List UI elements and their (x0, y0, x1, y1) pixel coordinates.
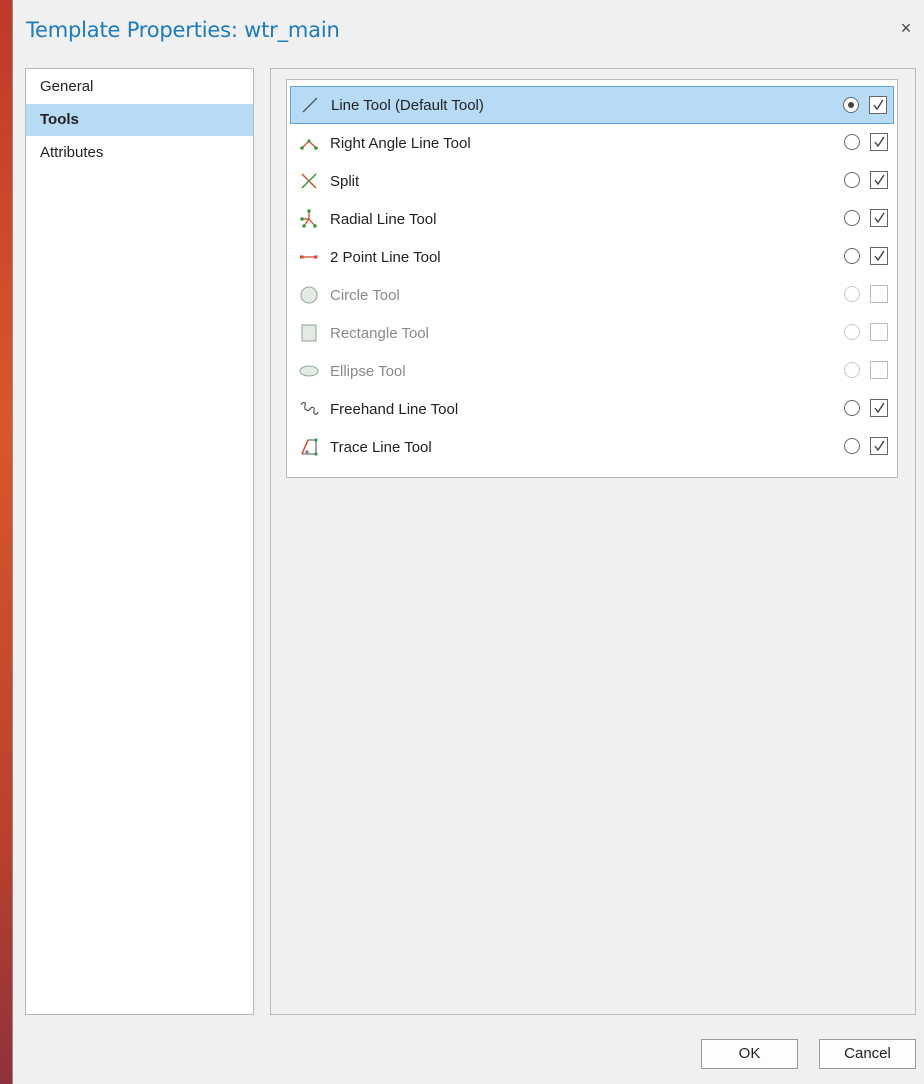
radial-line-icon (298, 208, 320, 230)
tool-label: Right Angle Line Tool (330, 134, 471, 152)
freehand-line-icon (298, 398, 320, 420)
tool-label: Rectangle Tool (330, 324, 429, 342)
sidebar-item-tools[interactable]: Tools (26, 104, 253, 136)
close-icon[interactable]: × (894, 16, 918, 40)
line-icon (299, 94, 321, 116)
trace-line-icon (298, 436, 320, 458)
tool-label: Circle Tool (330, 286, 400, 304)
tool-label: Trace Line Tool (330, 438, 432, 456)
tool-label: Radial Line Tool (330, 210, 437, 228)
tool-row-rectangle[interactable]: Rectangle Tool (290, 314, 894, 352)
tool-label: 2 Point Line Tool (330, 248, 441, 266)
sidebar-item-attributes[interactable]: Attributes (26, 137, 253, 169)
tool-enabled-checkbox[interactable] (870, 437, 888, 455)
tool-row-ellipse[interactable]: Ellipse Tool (290, 352, 894, 390)
default-tool-radio[interactable] (844, 362, 860, 378)
default-tool-radio[interactable] (844, 248, 860, 264)
tool-enabled-checkbox[interactable] (870, 209, 888, 227)
split-icon (298, 170, 320, 192)
default-tool-radio[interactable] (844, 210, 860, 226)
default-tool-radio[interactable] (843, 97, 859, 113)
tool-row-freehand-line[interactable]: Freehand Line Tool (290, 390, 894, 428)
tool-label: Split (330, 172, 360, 190)
tool-row-line[interactable]: Line Tool (Default Tool) (290, 86, 894, 124)
default-tool-radio[interactable] (844, 134, 860, 150)
tool-row-two-point-line[interactable]: 2 Point Line Tool (290, 238, 894, 276)
sidebar-item-general[interactable]: General (26, 71, 253, 103)
tool-row-circle[interactable]: Circle Tool (290, 276, 894, 314)
cancel-button[interactable]: Cancel (819, 1039, 916, 1069)
default-tool-radio[interactable] (844, 438, 860, 454)
tools-panel: Line Tool (Default Tool) Right Angle Lin… (270, 68, 916, 1015)
tool-row-radial-line[interactable]: Radial Line Tool (290, 200, 894, 238)
ellipse-icon (298, 360, 320, 382)
tool-enabled-checkbox[interactable] (870, 285, 888, 303)
default-tool-radio[interactable] (844, 172, 860, 188)
tool-enabled-checkbox[interactable] (869, 96, 887, 114)
tool-list: Line Tool (Default Tool) Right Angle Lin… (286, 79, 898, 478)
template-properties-dialog: Template Properties: wtr_main × General … (12, 0, 924, 1084)
sidebar: General Tools Attributes (25, 68, 254, 1015)
right-angle-line-icon (298, 132, 320, 154)
tool-enabled-checkbox[interactable] (870, 247, 888, 265)
tool-enabled-checkbox[interactable] (870, 171, 888, 189)
tool-enabled-checkbox[interactable] (870, 361, 888, 379)
tool-row-trace-line[interactable]: Trace Line Tool (290, 428, 894, 466)
tool-enabled-checkbox[interactable] (870, 323, 888, 341)
rectangle-icon (298, 322, 320, 344)
default-tool-radio[interactable] (844, 324, 860, 340)
ok-button[interactable]: OK (701, 1039, 798, 1069)
tool-enabled-checkbox[interactable] (870, 133, 888, 151)
tool-label: Ellipse Tool (330, 362, 406, 380)
tool-enabled-checkbox[interactable] (870, 399, 888, 417)
dialog-title: Template Properties: wtr_main (26, 18, 340, 42)
tool-row-right-angle-line[interactable]: Right Angle Line Tool (290, 124, 894, 162)
default-tool-radio[interactable] (844, 400, 860, 416)
tool-label: Freehand Line Tool (330, 400, 459, 418)
tool-label: Line Tool (Default Tool) (331, 96, 484, 114)
tool-row-split[interactable]: Split (290, 162, 894, 200)
default-tool-radio[interactable] (844, 286, 860, 302)
circle-icon (298, 284, 320, 306)
two-point-line-icon (298, 246, 320, 268)
